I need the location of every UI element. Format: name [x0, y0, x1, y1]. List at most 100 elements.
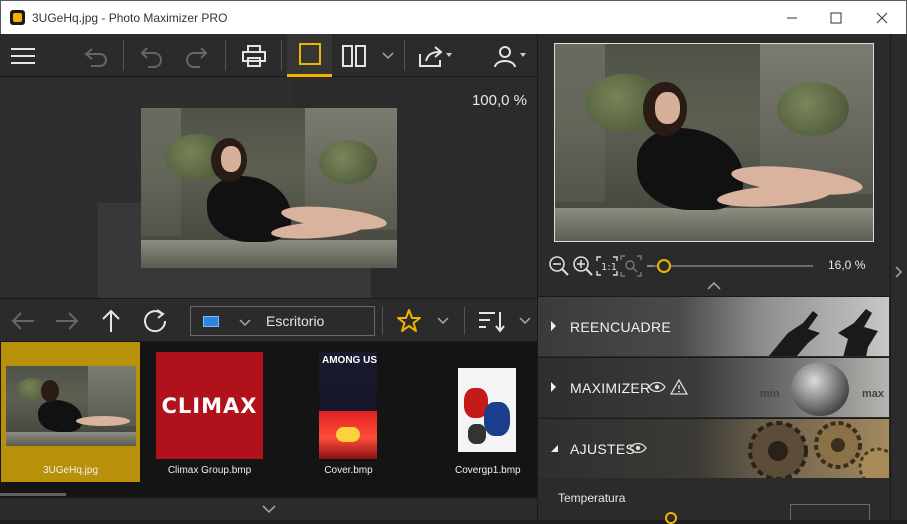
gears-graphic: [748, 421, 889, 478]
desktop-icon: [203, 316, 219, 327]
single-view-icon: [298, 43, 321, 65]
zoom-out-icon[interactable]: [548, 255, 570, 277]
dial-max-label: max: [862, 388, 885, 400]
warning-icon: [670, 379, 688, 395]
undo-all-button[interactable]: [74, 34, 118, 77]
motogp-cover: [458, 368, 516, 452]
thumbnail-item[interactable]: AMONG US Cover.bmp: [279, 342, 418, 482]
preview-image[interactable]: [141, 108, 397, 268]
chevron-right-icon[interactable]: [895, 266, 903, 278]
thumbnail-caption: Climax Group.bmp: [167, 465, 252, 476]
image-preview-area[interactable]: 100,0 %: [0, 78, 537, 298]
arrow-up-icon: [102, 309, 120, 332]
share-button[interactable]: [412, 34, 460, 77]
maximize-icon: [830, 12, 842, 24]
refresh-button[interactable]: [136, 299, 174, 343]
split-view-icon: [342, 44, 366, 67]
left-pane: 100,0 % Escritorio 3UGeHq.jpg CLIMAX Cli…: [0, 34, 537, 520]
zoom-slider-track[interactable]: [653, 265, 813, 267]
right-scrollbar[interactable]: [890, 34, 907, 520]
menu-button[interactable]: [0, 34, 46, 77]
chevron-down-icon: [382, 51, 394, 59]
title-bar: 3UGeHq.jpg - Photo Maximizer PRO: [0, 0, 907, 34]
svg-text:1:1: 1:1: [601, 262, 617, 273]
fit-to-window-icon[interactable]: [620, 255, 642, 277]
chevron-down-icon: [239, 319, 251, 327]
panel-maximizer[interactable]: min max MAXIMIZER: [538, 357, 889, 417]
temperature-slider-knob[interactable]: [665, 512, 677, 524]
undo-button[interactable]: [130, 34, 174, 77]
minimize-button[interactable]: [769, 1, 815, 34]
temperature-label: Temperatura: [558, 491, 626, 505]
thumbnail-caption: Cover.bmp: [324, 465, 373, 476]
eye-icon[interactable]: [629, 441, 647, 455]
navigator-image[interactable]: [554, 43, 874, 242]
location-dropdown[interactable]: Escritorio: [190, 306, 375, 336]
ajustes-content: Temperatura: [538, 479, 889, 524]
refresh-icon: [144, 309, 167, 333]
main-toolbar: [0, 34, 537, 77]
dial-min-label: min: [760, 388, 780, 400]
zoom-slider-knob[interactable]: [657, 259, 671, 273]
app-icon: [10, 10, 25, 25]
among-us-cover: AMONG US: [319, 352, 377, 459]
expand-arrow-icon: [551, 321, 556, 331]
favorites-button[interactable]: [390, 299, 428, 343]
navigator-zoom-value: 16,0 %: [828, 258, 866, 272]
location-label: Escritorio: [266, 313, 325, 329]
chevron-down-icon: [437, 317, 449, 325]
panel-reencuadre[interactable]: REENCUADRE: [538, 296, 889, 356]
sort-button[interactable]: [472, 299, 510, 343]
undo-icon: [140, 46, 162, 68]
climax-logo: CLIMAX: [156, 352, 263, 459]
view-options-dropdown[interactable]: [378, 34, 398, 77]
favorites-dropdown[interactable]: [432, 299, 454, 343]
split-view-button[interactable]: [336, 34, 372, 77]
navigator-zoom-controls: 1:1 16,0 %: [538, 252, 891, 280]
user-icon: [494, 45, 526, 67]
forward-button[interactable]: [48, 299, 86, 343]
back-button[interactable]: [4, 299, 42, 343]
print-icon: [242, 44, 266, 67]
window-title: 3UGeHq.jpg - Photo Maximizer PRO: [32, 11, 228, 25]
print-button[interactable]: [232, 34, 276, 77]
eye-icon[interactable]: [648, 380, 666, 394]
expand-arrow-icon: [551, 382, 556, 392]
sort-icon: [479, 312, 505, 333]
right-pane: 1:1 16,0 % REENCUADRE min max MAXIMIZER: [537, 34, 891, 524]
zoom-in-icon[interactable]: [572, 255, 594, 277]
maximizer-dial: [791, 362, 849, 416]
sort-dropdown[interactable]: [514, 299, 536, 343]
chevron-down-icon: [519, 317, 531, 325]
thumbnail-item[interactable]: Covergp1.bmp: [418, 342, 537, 482]
thumbnail-image: [6, 366, 136, 446]
zoom-level: 100,0 %: [471, 92, 527, 109]
thumbnail-caption: 3UGeHq.jpg: [42, 465, 99, 476]
chevron-down-icon[interactable]: [262, 505, 276, 514]
panel-title: REENCUADRE: [570, 319, 672, 335]
hands-frame-graphic: [768, 309, 878, 356]
minimize-icon: [787, 17, 797, 19]
panel-title: AJUSTES: [570, 441, 636, 457]
maximize-button[interactable]: [813, 1, 859, 34]
close-button[interactable]: [859, 1, 905, 34]
panel-title: MAXIMIZER: [570, 380, 651, 396]
thumbnail-caption: Covergp1.bmp: [455, 465, 521, 476]
user-button[interactable]: [490, 34, 532, 77]
thumbnail-item[interactable]: 3UGeHq.jpg: [1, 342, 140, 482]
arrow-right-icon: [56, 312, 79, 330]
collapse-arrow-icon: [551, 445, 558, 452]
cover-title: AMONG US: [322, 355, 377, 366]
undo-all-icon: [84, 47, 107, 67]
redo-button[interactable]: [174, 34, 218, 77]
collapse-navigator-icon[interactable]: [707, 282, 721, 290]
actual-size-icon[interactable]: 1:1: [596, 256, 618, 276]
thumbnail-scrollbar[interactable]: [0, 493, 66, 496]
panel-ajustes[interactable]: AJUSTES: [538, 418, 889, 478]
file-browser-toolbar: Escritorio: [0, 298, 537, 342]
star-icon: [397, 309, 421, 332]
single-view-button[interactable]: [287, 34, 332, 77]
up-folder-button[interactable]: [92, 299, 130, 343]
thumbnail-item[interactable]: CLIMAX Climax Group.bmp: [140, 342, 279, 482]
temperature-input[interactable]: [790, 504, 870, 520]
